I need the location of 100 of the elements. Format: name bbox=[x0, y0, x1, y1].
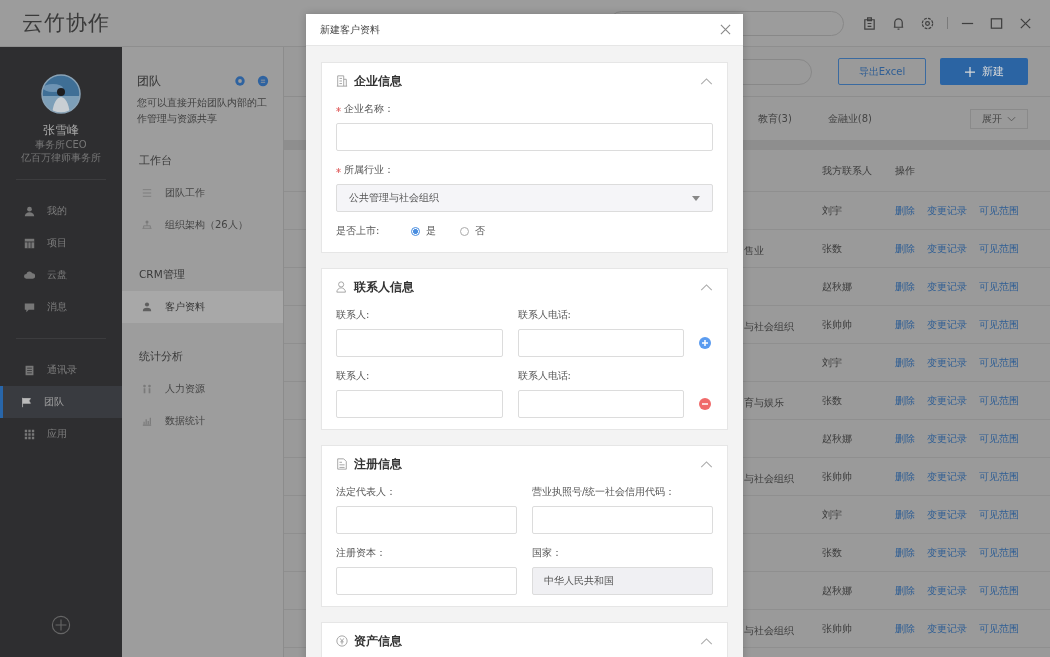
action-link[interactable]: 变更记录 bbox=[927, 393, 967, 408]
radio-button[interactable] bbox=[411, 226, 420, 236]
table-cell: 育与娱乐 bbox=[744, 397, 784, 408]
input-field[interactable] bbox=[532, 506, 713, 534]
action-link[interactable]: 变更记录 bbox=[927, 469, 967, 484]
nav-item[interactable]: 项目 bbox=[0, 227, 122, 259]
chevron-icon[interactable] bbox=[700, 460, 713, 468]
action-link[interactable]: 删除 bbox=[895, 469, 915, 484]
person-icon bbox=[142, 302, 152, 312]
radio-button[interactable] bbox=[460, 226, 469, 236]
action-link[interactable]: 变更记录 bbox=[927, 317, 967, 332]
radio-label[interactable]: 否 bbox=[475, 224, 485, 238]
action-link[interactable]: 可见范围 bbox=[979, 393, 1019, 408]
panel-title: 团队 bbox=[137, 72, 162, 90]
person-icon bbox=[336, 281, 348, 293]
nav-item[interactable]: 云盘 bbox=[0, 259, 122, 291]
panel-item[interactable]: 客户资料 bbox=[122, 291, 283, 323]
people-icon bbox=[142, 384, 152, 394]
panel-item[interactable]: 人力资源 bbox=[122, 373, 283, 405]
remove-icon[interactable] bbox=[699, 398, 711, 410]
action-link[interactable]: 变更记录 bbox=[927, 241, 967, 256]
action-link[interactable]: 删除 bbox=[895, 355, 915, 370]
action-link[interactable]: 可见范围 bbox=[979, 469, 1019, 484]
nav-item[interactable]: 我的 bbox=[0, 195, 122, 227]
table-cell-text: 刘宇 bbox=[822, 355, 843, 370]
chevron-icon[interactable] bbox=[700, 283, 713, 291]
nav-item[interactable]: 消息 bbox=[0, 291, 122, 323]
section-heading: 统计分析 bbox=[139, 349, 184, 363]
settings-icon[interactable] bbox=[920, 15, 935, 31]
panel-item[interactable]: 数据统计 bbox=[122, 405, 283, 437]
nav-item[interactable]: 应用 bbox=[0, 418, 122, 450]
user-role: 事务所CEO bbox=[34, 138, 88, 151]
clipboard-icon[interactable] bbox=[862, 15, 877, 31]
action-link[interactable]: 变更记录 bbox=[927, 621, 967, 636]
nav-item[interactable]: 团队 bbox=[0, 386, 122, 418]
settings-icon[interactable] bbox=[234, 75, 246, 87]
table-cell-text: 张帅帅 bbox=[822, 317, 853, 332]
input-field[interactable] bbox=[336, 123, 713, 151]
action-link[interactable]: 可见范围 bbox=[979, 317, 1019, 332]
action-link[interactable]: 可见范围 bbox=[979, 241, 1019, 256]
action-link[interactable]: 可见范围 bbox=[979, 203, 1019, 218]
action-link[interactable]: 删除 bbox=[895, 241, 915, 256]
action-link[interactable]: 可见范围 bbox=[979, 621, 1019, 636]
action-link[interactable]: 删除 bbox=[895, 203, 915, 218]
add-icon[interactable] bbox=[699, 337, 711, 349]
radio-label[interactable]: 是 bbox=[426, 224, 436, 238]
section-title: 资产信息 bbox=[354, 632, 403, 650]
action-link[interactable]: 可见范围 bbox=[979, 545, 1019, 560]
doc-icon bbox=[336, 458, 348, 470]
user-company: 亿百万律师事务所 bbox=[20, 151, 102, 164]
action-link[interactable]: 删除 bbox=[895, 507, 915, 522]
input-field[interactable] bbox=[336, 567, 517, 595]
table-cell-text: 刘宇 bbox=[822, 507, 843, 522]
add-icon[interactable] bbox=[51, 615, 71, 635]
action-link[interactable]: 可见范围 bbox=[979, 355, 1019, 370]
input-field[interactable] bbox=[336, 390, 503, 418]
book-icon bbox=[24, 364, 35, 376]
dialog-title: 新建客户资料 bbox=[320, 22, 381, 37]
action-link[interactable]: 变更记录 bbox=[927, 545, 967, 560]
table-cell-text: 张数 bbox=[822, 241, 843, 256]
action-link[interactable]: 变更记录 bbox=[927, 431, 967, 446]
action-link[interactable]: 变更记录 bbox=[927, 507, 967, 522]
action-link[interactable]: 变更记录 bbox=[927, 355, 967, 370]
input-field[interactable] bbox=[517, 390, 684, 418]
action-link[interactable]: 删除 bbox=[895, 621, 915, 636]
action-link[interactable]: 删除 bbox=[895, 545, 915, 560]
expand-button[interactable]: 展开 bbox=[970, 108, 1028, 129]
filter-tab[interactable]: 教育(3) bbox=[757, 111, 792, 126]
nav-item[interactable]: 通讯录 bbox=[0, 354, 122, 386]
chat-icon[interactable] bbox=[257, 75, 269, 87]
field-label: 法定代表人： bbox=[336, 485, 396, 499]
action-link[interactable]: 变更记录 bbox=[927, 203, 967, 218]
field-label: 营业执照号/统一社会信用代码： bbox=[532, 485, 676, 499]
caret-icon bbox=[692, 195, 700, 201]
new-button[interactable]: 新建 bbox=[940, 58, 1028, 85]
action-link[interactable]: 可见范围 bbox=[979, 431, 1019, 446]
action-link[interactable]: 可见范围 bbox=[979, 583, 1019, 598]
input-field[interactable] bbox=[336, 329, 503, 357]
close-icon[interactable] bbox=[720, 24, 731, 35]
maximize-icon[interactable] bbox=[989, 15, 1004, 31]
panel-item[interactable]: 团队工作 bbox=[122, 177, 283, 209]
action-link[interactable]: 删除 bbox=[895, 393, 915, 408]
input-field[interactable] bbox=[336, 506, 517, 534]
input-field[interactable] bbox=[517, 329, 684, 357]
action-link[interactable]: 可见范围 bbox=[979, 507, 1019, 522]
action-link[interactable]: 删除 bbox=[895, 431, 915, 446]
action-link[interactable]: 变更记录 bbox=[927, 279, 967, 294]
industry-select[interactable]: 公共管理与社会组织 bbox=[336, 184, 713, 212]
action-link[interactable]: 删除 bbox=[895, 317, 915, 332]
export-button[interactable]: 导出Excel bbox=[838, 58, 926, 85]
action-link[interactable]: 删除 bbox=[895, 583, 915, 598]
chevron-icon[interactable] bbox=[700, 77, 713, 85]
chevron-icon[interactable] bbox=[700, 637, 713, 645]
panel-item[interactable]: 组织架构（26人） bbox=[122, 209, 283, 241]
filter-tab[interactable]: 金融业(8) bbox=[827, 111, 872, 126]
action-link[interactable]: 可见范围 bbox=[979, 279, 1019, 294]
cloud-icon bbox=[24, 269, 35, 281]
action-link[interactable]: 变更记录 bbox=[927, 583, 967, 598]
action-link[interactable]: 删除 bbox=[895, 279, 915, 294]
bell-icon[interactable] bbox=[891, 15, 906, 31]
